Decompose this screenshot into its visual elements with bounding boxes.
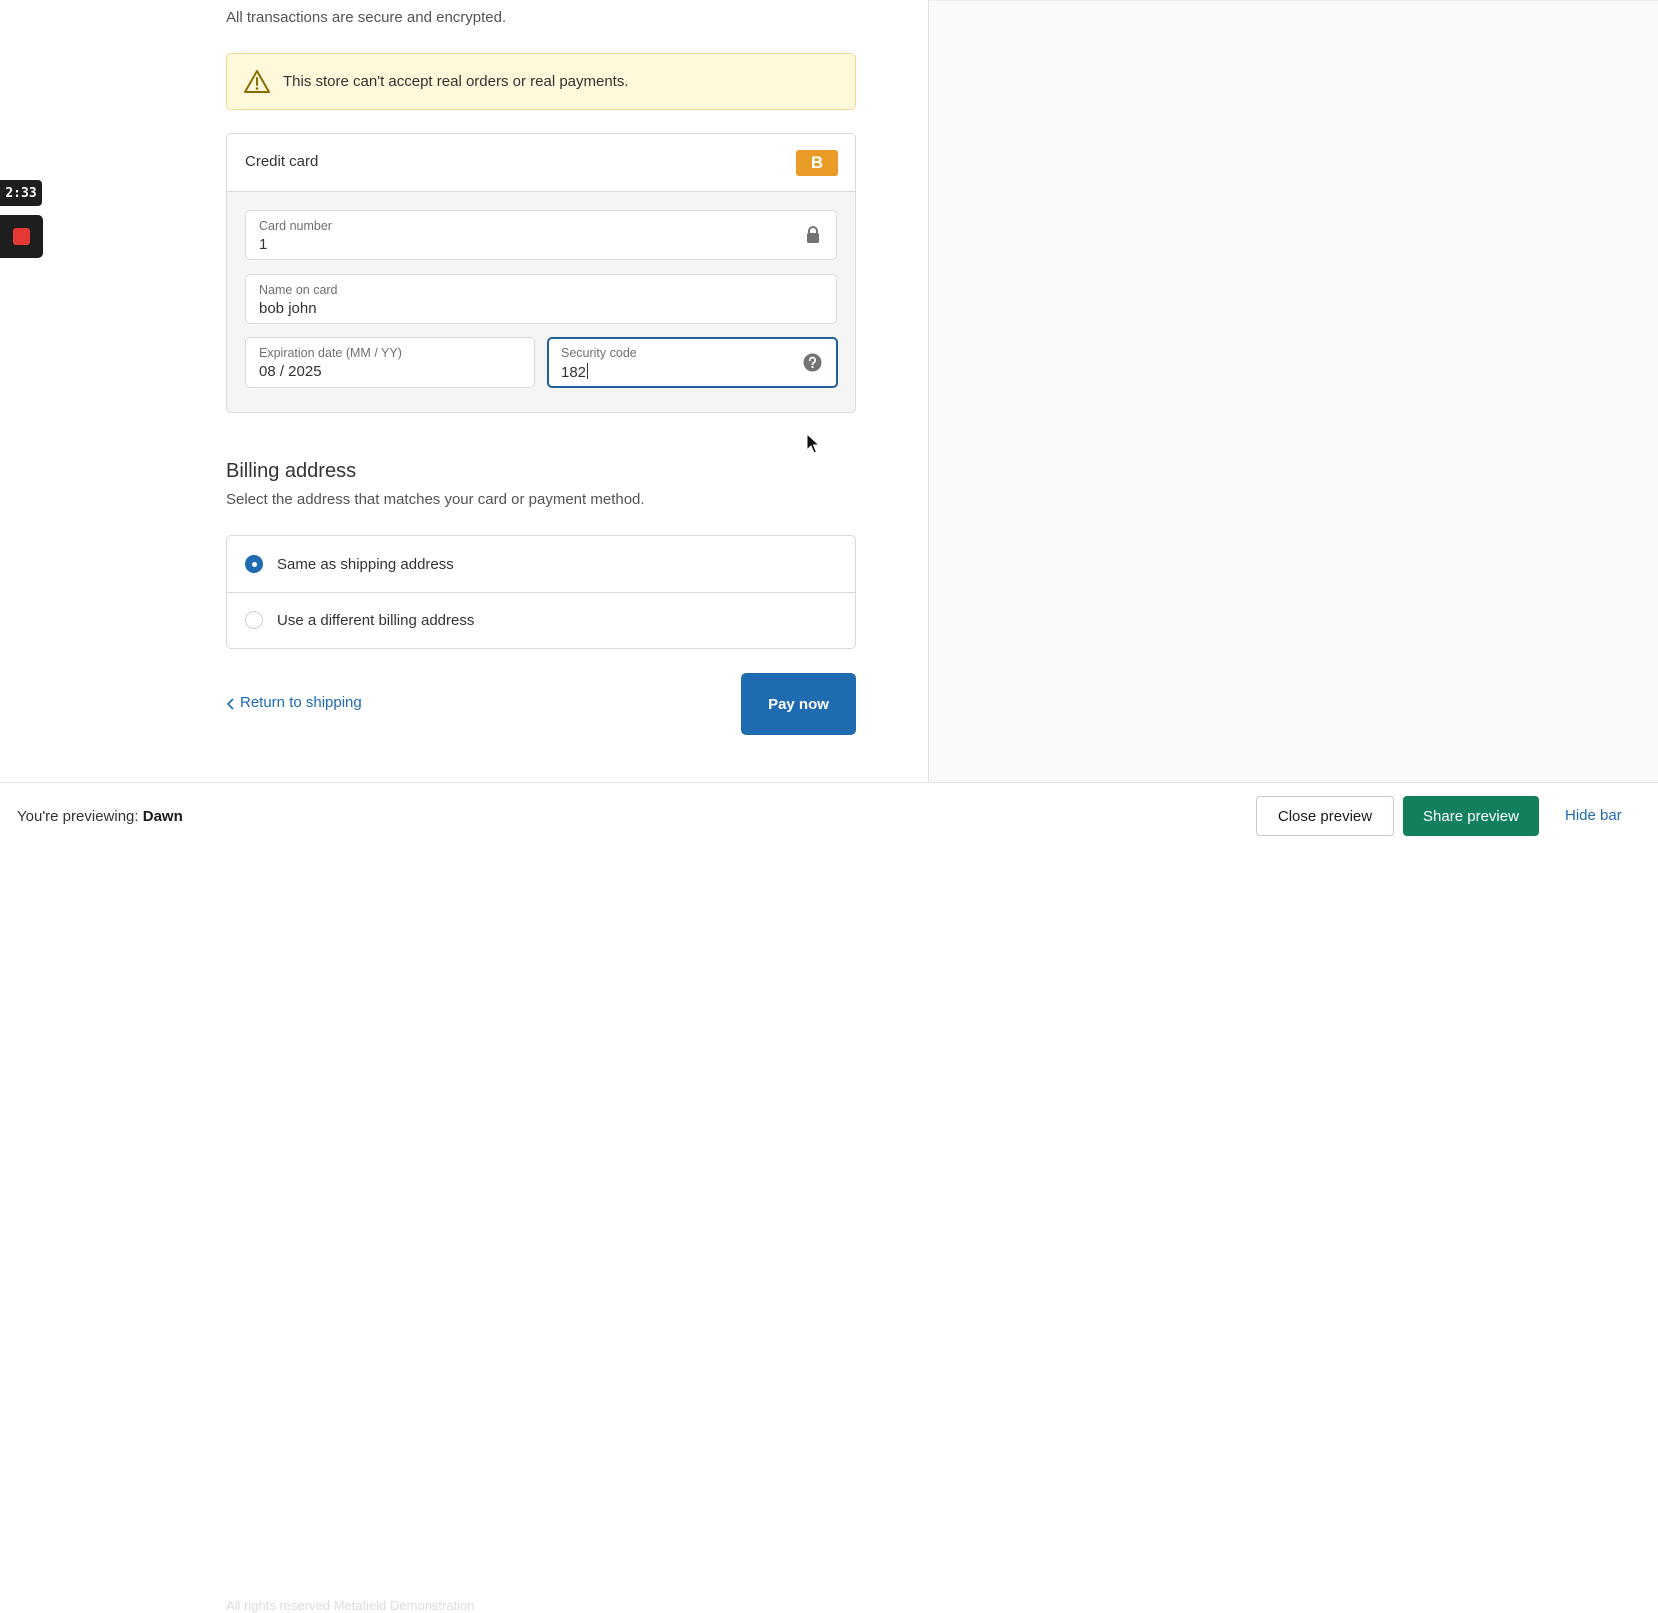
credit-card-title: Credit card (245, 153, 319, 170)
name-on-card-value: bob john (259, 300, 317, 317)
secure-notice: All transactions are secure and encrypte… (226, 9, 507, 26)
card-number-field[interactable]: Card number 1 (245, 210, 837, 260)
divider (929, 0, 1658, 1)
warning-triangle-icon (243, 68, 271, 96)
expiration-date-field[interactable]: Expiration date (MM / YY) 08 / 2025 (245, 337, 535, 388)
previewing-label: You're previewing: (17, 808, 139, 825)
recording-timer: 2:33 (0, 180, 42, 206)
help-question-icon[interactable] (803, 353, 822, 372)
security-code-value: 182 (561, 364, 587, 381)
stop-icon (13, 228, 30, 245)
billing-address-subtitle: Select the address that matches your car… (226, 491, 645, 508)
billing-address-title: Billing address (226, 460, 357, 482)
credit-card-header: Credit card B (227, 134, 855, 192)
warning-text: This store can't accept real orders or r… (283, 73, 629, 90)
radio-unselected[interactable] (245, 611, 263, 629)
credit-card-section: Credit card B Card number 1 Name on card… (226, 133, 856, 413)
return-to-shipping-link[interactable]: Return to shipping (226, 694, 362, 711)
name-on-card-field[interactable]: Name on card bob john (245, 274, 837, 324)
theme-name: Dawn (142, 808, 183, 825)
radio-selected[interactable] (245, 555, 263, 573)
preview-bar: All rights reserved Metafield Demonstrat… (0, 782, 1658, 1613)
card-number-label: Card number (259, 219, 332, 233)
card-brand-badge: B (796, 150, 838, 176)
share-preview-button[interactable]: Share preview (1403, 796, 1539, 836)
lock-icon (804, 225, 822, 245)
text-caret (587, 363, 589, 379)
expiration-date-value: 08 / 2025 (259, 363, 322, 380)
card-number-value: 1 (259, 236, 268, 253)
footer-copyright: All rights reserved Metafield Demonstrat… (226, 1598, 475, 1613)
billing-option-label: Use a different billing address (277, 611, 475, 629)
order-summary-panel (928, 0, 1658, 841)
billing-option-same[interactable]: Same as shipping address (227, 536, 855, 593)
close-preview-button[interactable]: Close preview (1256, 796, 1394, 836)
stop-recording-button[interactable] (0, 215, 43, 258)
billing-address-options: Same as shipping address Use a different… (226, 535, 856, 649)
return-to-shipping-label: Return to shipping (240, 694, 362, 711)
security-code-label: Security code (561, 346, 637, 360)
mouse-cursor-icon (806, 432, 821, 455)
billing-option-different[interactable]: Use a different billing address (227, 592, 855, 648)
security-code-input: 182 (561, 363, 589, 381)
expiration-date-label: Expiration date (MM / YY) (259, 346, 402, 360)
name-on-card-label: Name on card (259, 283, 338, 297)
pay-now-button[interactable]: Pay now (741, 673, 856, 735)
security-code-field[interactable]: Security code 182 (547, 337, 838, 388)
hide-bar-link[interactable]: Hide bar (1565, 807, 1622, 824)
billing-option-label: Same as shipping address (277, 555, 454, 573)
previewing-text: You're previewing: Dawn (17, 808, 183, 825)
test-store-warning: This store can't accept real orders or r… (226, 53, 856, 110)
checkout-main: 2:33 All transactions are secure and enc… (0, 0, 928, 841)
chevron-left-icon (226, 697, 235, 710)
